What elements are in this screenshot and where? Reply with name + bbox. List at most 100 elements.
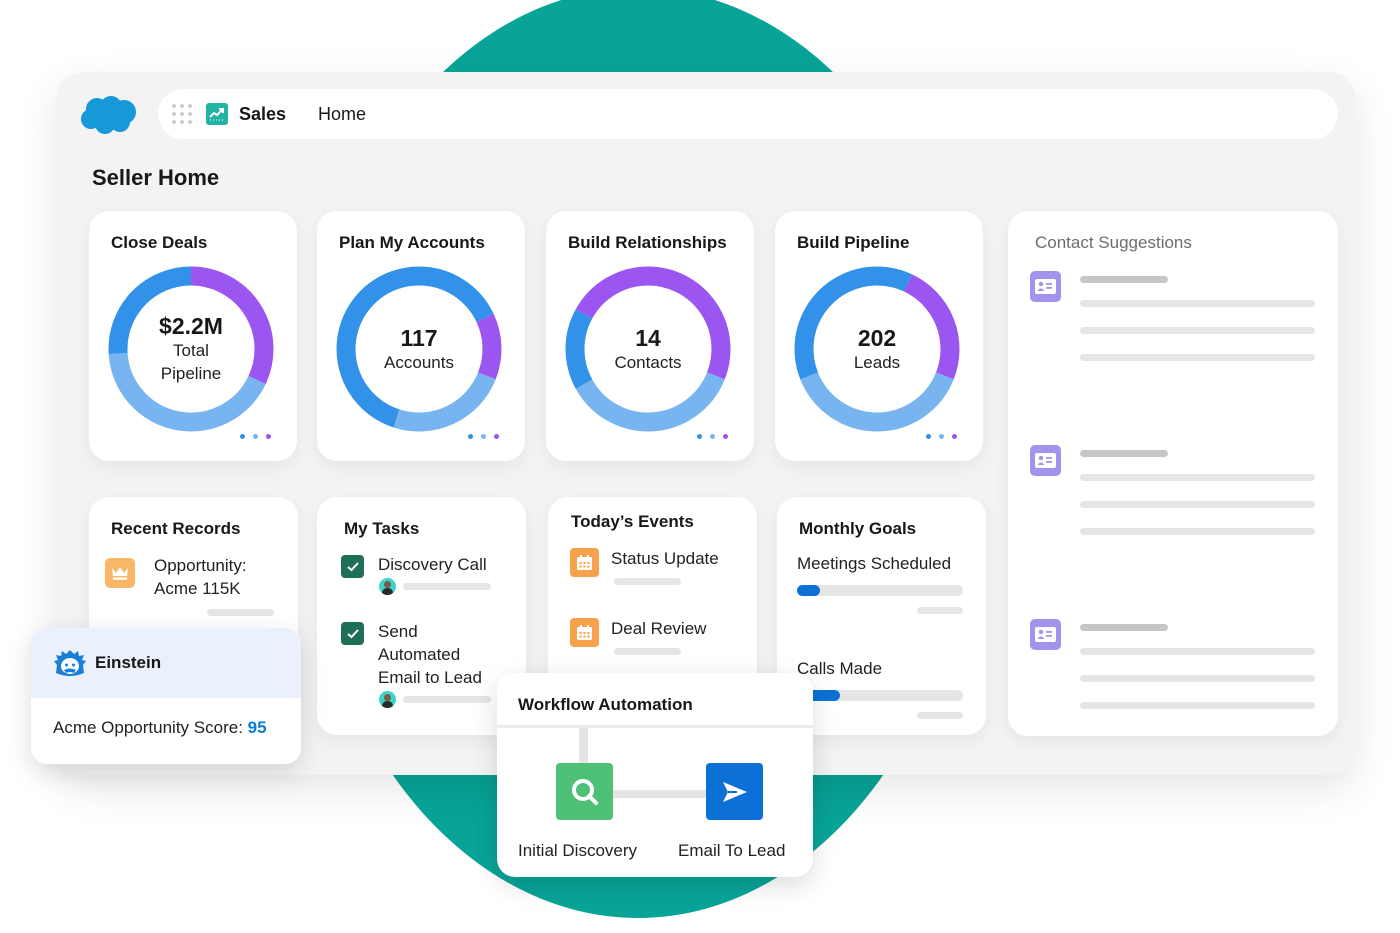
monthly-goals-title: Monthly Goals [799,519,917,538]
carousel-dot[interactable] [240,434,245,439]
task-text-line: Email to Lead [378,668,482,687]
goal-progress-bar [797,585,963,596]
checkmark-icon [346,562,359,572]
app-name[interactable]: Sales [239,104,286,125]
record-name: Acme 115K [154,579,241,598]
user-avatar [379,691,396,708]
donut-label: Total [173,341,209,360]
task-checkbox[interactable] [341,555,364,578]
einstein-avatar-icon [54,650,86,676]
carousel-dots[interactable] [240,434,271,439]
carousel-dot[interactable] [468,434,473,439]
goal-progress-bar [797,690,963,701]
opportunity-score: Acme Opportunity Score: 95 [31,698,301,758]
carousel-dot[interactable] [266,434,271,439]
donut-value: 202 [857,324,897,351]
workflow-step-label: Email To Lead [678,841,786,860]
send-icon [722,781,747,802]
donut-chart: 14 Contacts [564,265,732,433]
carousel-dot[interactable] [710,434,715,439]
workflow-title: Workflow Automation [518,695,693,714]
donut-chart: $2.2M Total Pipeline [107,265,275,433]
carousel-dot[interactable] [481,434,486,439]
placeholder-line [1080,354,1315,361]
goal-progress-fill [797,585,821,596]
carousel-dot[interactable] [697,434,702,439]
task-name: Discovery Call [378,553,487,576]
page-title: Seller Home [92,165,220,190]
carousel-dot[interactable] [939,434,944,439]
placeholder-line [1080,474,1315,481]
placeholder-line [614,578,681,585]
placeholder-line [1080,501,1315,508]
card-title: Plan My Accounts [339,233,485,252]
placeholder-line [614,648,681,655]
goal-label: Calls Made [797,659,883,678]
carousel-dot[interactable] [494,434,499,439]
recent-record-link[interactable]: Opportunity: Acme 115K [154,554,247,600]
carousel-dots[interactable] [926,434,957,439]
carousel-dot[interactable] [926,434,931,439]
todays-events-title: Today’s Events [571,512,694,531]
workflow-step-email-to-lead[interactable] [706,763,763,820]
placeholder-line [1080,648,1315,655]
build-relationships-card[interactable]: Build Relationships 14 Contacts [546,211,754,461]
workflow-step-label: Initial Discovery [518,841,638,860]
workflow-connector [579,728,588,766]
carousel-dot[interactable] [723,434,728,439]
recent-records-title: Recent Records [111,519,241,538]
placeholder-line [1080,675,1315,682]
placeholder-line [403,696,491,703]
donut-label: Accounts [384,352,454,372]
contact-suggestions-title: Contact Suggestions [1035,233,1192,252]
contact-suggestions-card: Contact Suggestions [1008,211,1338,736]
contact-card-icon [1030,271,1061,302]
my-tasks-card: My Tasks Discovery Call Send Automated Ema… [317,497,526,735]
contact-card-icon [1030,445,1061,476]
task-checkbox[interactable] [341,622,364,645]
calendar-icon [570,548,599,577]
workflow-automation-card: Workflow Automation Initial Discovery Em… [497,673,813,877]
close-deals-card[interactable]: Close Deals $2.2M Total Pipeline [89,211,297,461]
event-name: Status Update [611,549,719,568]
placeholder-line [1080,300,1315,307]
task-text-line: Send [378,622,418,641]
record-type: Opportunity: [154,556,247,575]
placeholder-line [1080,276,1168,283]
task-text-line: Automated [378,645,461,664]
donut-chart: 202 Leads [793,265,961,433]
app-launcher-waffle-icon[interactable] [172,104,192,124]
donut-value: 117 [400,324,438,351]
nav-tab-home[interactable]: Home [318,104,366,125]
calendar-icon [570,618,599,647]
placeholder-line [1080,450,1168,457]
card-title: Build Relationships [568,233,727,252]
goal-label: Meetings Scheduled [797,554,952,573]
carousel-dot[interactable] [253,434,258,439]
carousel-dots[interactable] [697,434,728,439]
donut-label: Contacts [614,352,682,372]
donut-value: 14 [635,324,661,351]
salesforce-logo[interactable] [80,95,138,135]
carousel-dot[interactable] [952,434,957,439]
placeholder-line [917,712,963,719]
donut-chart: 117 Accounts [335,265,503,433]
donut-label: Pipeline [160,364,222,383]
user-avatar [379,578,396,595]
my-tasks-title: My Tasks [344,519,420,538]
workflow-step-initial-discovery[interactable] [556,763,613,820]
donut-value: $2.2M [159,313,223,339]
search-icon [571,778,598,805]
einstein-title: Einstein [95,653,162,672]
placeholder-line [403,583,491,590]
score-value: 95 [247,718,267,737]
divider [497,725,813,728]
donut-label: Leads [853,352,901,372]
build-pipeline-card[interactable]: Build Pipeline 202 Leads [775,211,983,461]
placeholder-line [1080,702,1315,709]
sales-chart-icon [206,103,228,125]
placeholder-line [1080,528,1315,535]
carousel-dots[interactable] [468,434,499,439]
placeholder-line [917,607,963,614]
plan-my-accounts-card[interactable]: Plan My Accounts 117 Accounts [317,211,525,461]
